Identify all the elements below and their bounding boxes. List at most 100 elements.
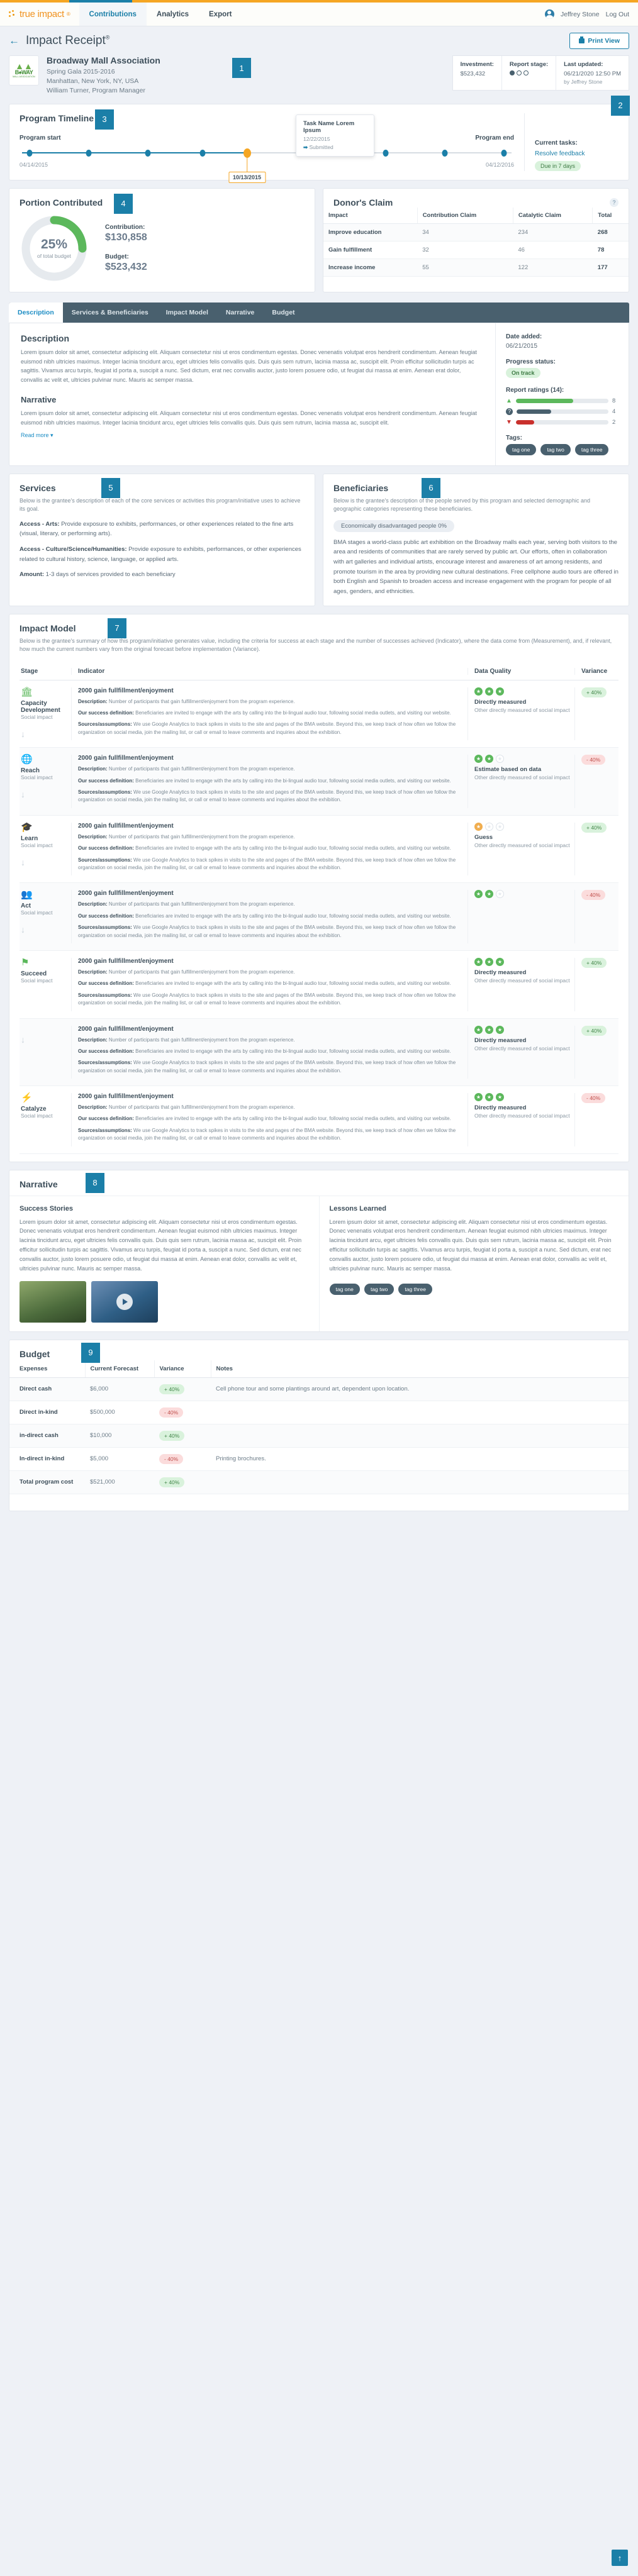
nav-item-contributions[interactable]: Contributions <box>79 3 147 26</box>
cell-current-forecast: $10,000 <box>85 1424 154 1448</box>
service-item-label: Access - Culture/Science/Humanities: <box>20 546 127 553</box>
impact-model-row: ⚡ Catalyze Social impact 2000 gain fullfill… <box>20 1086 618 1154</box>
impact-stage-cell: 👥 Act Social impact ↓ <box>20 890 71 943</box>
timeline-node[interactable] <box>145 149 151 157</box>
impact-indicator-cell: 2000 gain fullfillment/enjoyment Descript… <box>71 755 467 808</box>
cell-expense-name: in-direct cash <box>9 1424 85 1448</box>
logo-wordmark: B♠WAY <box>14 69 33 75</box>
nav-item-export[interactable]: Export <box>199 3 242 26</box>
beneficiaries-card: Beneficiaries 6 Below is the grantee's d… <box>323 473 629 606</box>
budget-head: Budget 9 <box>9 1340 629 1363</box>
data-quality-stars: ★ ★ ★ <box>474 755 574 763</box>
data-quality-subtitle: Other directly measured of social impact <box>474 841 570 848</box>
beneficiaries-body: Beneficiaries 6 Below is the grantee's d… <box>323 474 629 606</box>
nav-item-analytics[interactable]: Analytics <box>147 3 199 26</box>
rating-bar-positive <box>515 398 608 403</box>
timeline-node[interactable] <box>199 149 206 157</box>
table-row: in-direct cash $10,000 + 40% <box>9 1424 629 1448</box>
callout-badge-2: 2 <box>611 95 630 116</box>
impact-model-rows: 🏛 Capacity Development Social impact ↓ 2000 … <box>9 680 629 1162</box>
rating-bar-neutral <box>517 409 608 414</box>
impact-indicator-cell: 2000 gain fullfillment/enjoyment Descript… <box>71 890 467 943</box>
indicator-title: 2000 gain fullfillment/enjoyment <box>78 957 174 965</box>
cell-current-forecast: $5,000 <box>85 1447 154 1471</box>
logout-link[interactable]: Log Out <box>606 11 629 18</box>
tag-chip[interactable]: tag two <box>540 443 571 455</box>
impact-stage-cell: ⚡ Catalyze Social impact <box>20 1093 71 1146</box>
star-icon: ★ <box>474 1025 483 1034</box>
rating-bar-negative <box>515 419 608 425</box>
table-row: Direct in-kind $500,000 - 40% <box>9 1401 629 1424</box>
scroll-to-top-button[interactable]: ↑ <box>612 2550 628 2566</box>
col-data-quality: Data Quality <box>467 667 574 675</box>
timeline-node[interactable] <box>26 149 33 157</box>
cell-impact: Improve education <box>323 223 418 242</box>
indicator-success-definition: Our success definition: Beneficiaries ar… <box>78 845 451 852</box>
stage-icon: ⚡ <box>21 1092 33 1104</box>
print-view-label: Print View <box>588 37 620 45</box>
col-impact: Impact <box>323 207 418 224</box>
tab-budget[interactable]: Budget <box>263 303 303 323</box>
callout-badge-5: 5 <box>101 477 120 498</box>
timeline-node[interactable] <box>501 149 507 157</box>
tag-chip[interactable]: tag two <box>364 1283 395 1295</box>
star-icon: ★ <box>485 822 493 831</box>
indicator-success-definition: Our success definition: Beneficiaries ar… <box>78 1048 451 1054</box>
user-name[interactable]: Jeffrey Stone <box>561 11 600 18</box>
logo-subtitle: MALL ASSOCIATION <box>13 75 35 78</box>
timeline-node[interactable] <box>383 149 389 157</box>
col-catalytic-claim: Catalytic Claim <box>512 207 593 224</box>
services-title: Services <box>20 482 56 493</box>
tag-chip[interactable]: tag one <box>506 443 537 455</box>
service-item: Access - Arts: Provide exposure to exhib… <box>20 519 305 539</box>
impact-model-row: 🏛 Capacity Development Social impact ↓ 2000 … <box>20 680 618 748</box>
tab-description[interactable]: Description <box>9 302 63 323</box>
tab-narrative[interactable]: Narrative <box>217 303 264 323</box>
tags-label: Tags: <box>506 434 522 441</box>
current-task-name[interactable]: Resolve feedback <box>535 150 618 157</box>
print-view-button[interactable]: Print View <box>569 33 629 49</box>
impact-variance-cell: - 40% <box>574 890 618 943</box>
impact-indicator-cell: 2000 gain fullfillment/enjoyment Descript… <box>71 1025 467 1079</box>
callout-badge-8: 8 <box>86 1172 104 1193</box>
star-icon: ★ <box>496 1093 504 1102</box>
portion-contributed-body: Portion Contributed 4 25% of total budge… <box>9 189 315 292</box>
tag-chip[interactable]: tag three <box>398 1283 432 1295</box>
indicator-description: Description: Number of participants that… <box>78 1104 295 1111</box>
table-row: Total program cost $521,000 + 40% <box>9 1470 629 1494</box>
printer-icon <box>579 36 585 43</box>
impact-data-quality-cell: ★ ★ ★ Directly measured Other directly measu… <box>467 957 574 1011</box>
tag-chip[interactable]: tag one <box>329 1283 360 1295</box>
photo-thumbnail[interactable] <box>20 1280 86 1323</box>
timeline-node[interactable] <box>86 149 92 157</box>
tab-services-beneficiaries[interactable]: Services & Beneficiaries <box>63 303 157 323</box>
brand-logo[interactable]: true impact ® <box>0 3 79 26</box>
impact-indicator-cell: 2000 gain fullfillment/enjoyment Descript… <box>71 1093 467 1146</box>
impact-model-row: ⚑ Succeed Social impact 2000 gain fullfillm… <box>20 951 618 1019</box>
impact-variance-cell: - 40% <box>574 1093 618 1146</box>
indicator-title: 2000 gain fullfillment/enjoyment <box>78 755 174 762</box>
video-thumbnail[interactable] <box>91 1280 158 1323</box>
stage-subtitle: Social impact <box>21 1113 53 1119</box>
beneficiary-category-chip: Economically disadvantaged people 0% <box>333 519 454 532</box>
star-icon: ★ <box>485 687 493 696</box>
indicator-title: 2000 gain fullfillment/enjoyment <box>78 822 174 830</box>
description-body: Lorem ipsum dolor sit amet, consectetur … <box>21 348 477 384</box>
tab-impact-model[interactable]: Impact Model <box>157 303 217 323</box>
col-notes: Notes <box>210 1360 629 1378</box>
star-icon: ★ <box>496 1025 504 1034</box>
service-item: Amount: 1-3 days of services provided to… <box>20 570 305 580</box>
narrative-title: Narrative <box>20 1179 58 1189</box>
read-more-link[interactable]: Read more ▾ <box>21 432 53 439</box>
tag-chip[interactable]: tag three <box>574 443 609 455</box>
variance-badge: - 40% <box>581 755 606 765</box>
col-current-forecast: Current Forecast <box>84 1360 154 1378</box>
play-icon[interactable] <box>116 1293 133 1310</box>
help-icon[interactable]: ? <box>610 197 618 207</box>
timeline-node[interactable] <box>442 149 448 157</box>
arrow-down-icon: ↓ <box>21 728 25 739</box>
data-quality-title: Guess <box>474 833 493 841</box>
cell-expense-name: Total program cost <box>9 1470 85 1494</box>
back-arrow-icon[interactable]: ← <box>9 35 20 47</box>
lessons-learned-body: Lorem ipsum dolor sit amet, consectetur … <box>329 1218 612 1272</box>
